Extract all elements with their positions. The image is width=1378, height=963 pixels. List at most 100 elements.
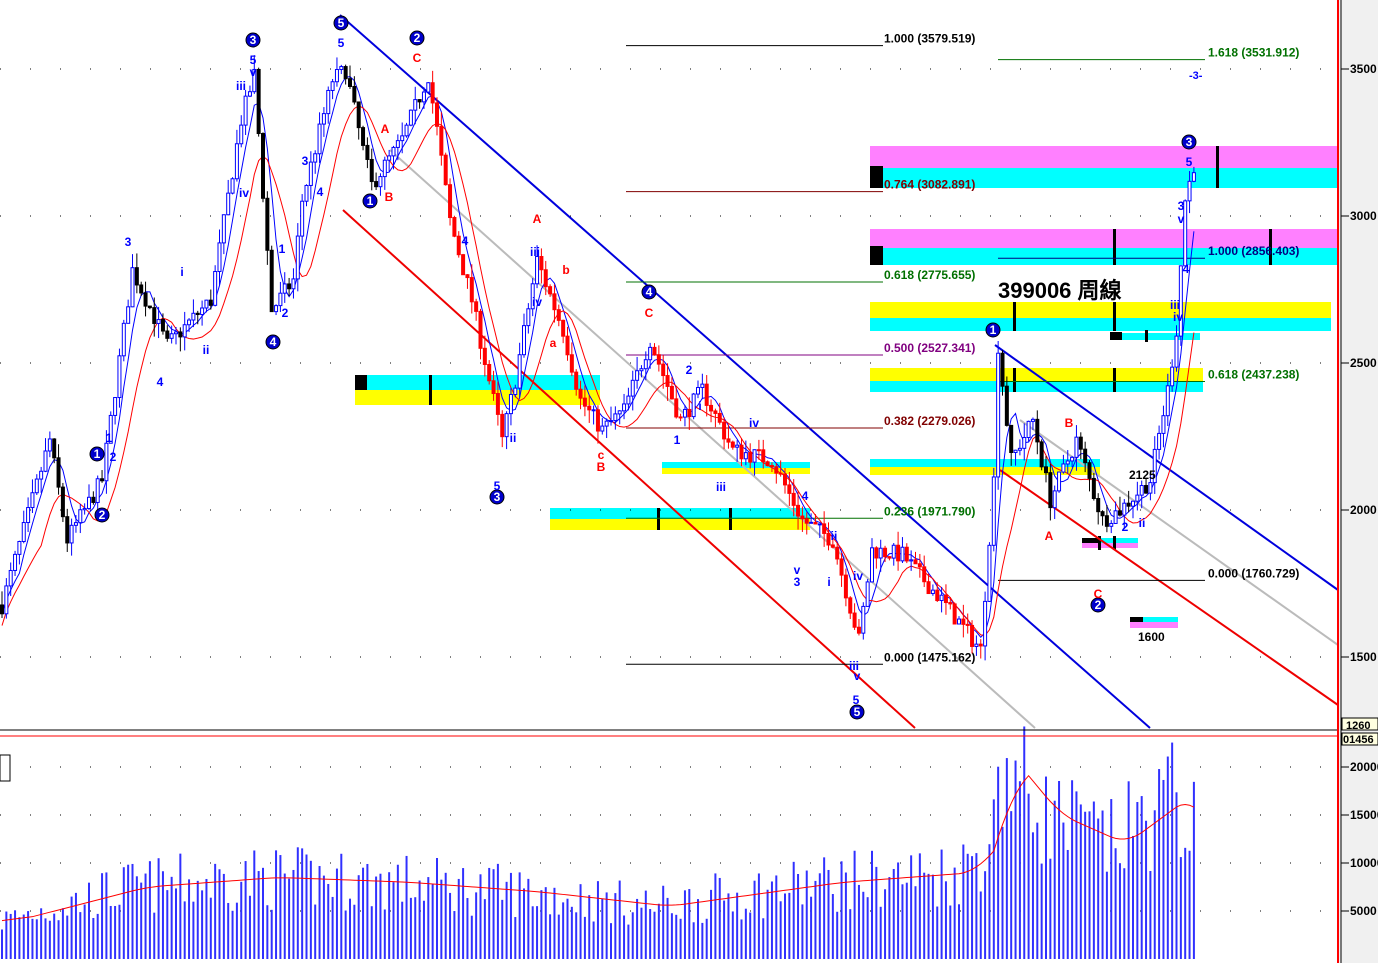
candle (843, 574, 848, 599)
candle (626, 395, 631, 405)
volume-bar (792, 861, 795, 959)
wave-label: A (381, 122, 390, 136)
volume-bar (884, 889, 887, 959)
volume-bar (40, 908, 43, 959)
volume-bar (805, 870, 808, 959)
candle (65, 516, 70, 544)
wave-label: B (385, 190, 394, 204)
volume-bar (679, 918, 682, 959)
volume-bar (1097, 818, 1100, 959)
candle (774, 466, 779, 474)
candle (726, 438, 731, 443)
candle (1104, 515, 1109, 527)
candle (687, 408, 692, 418)
candle (126, 306, 131, 324)
volume-bar (1001, 826, 1004, 959)
wave-label: iii (530, 245, 540, 259)
volume-bar (1188, 850, 1191, 959)
candle (865, 581, 870, 607)
candle (426, 82, 431, 93)
candle (1039, 441, 1044, 468)
candle (643, 359, 648, 370)
candle (82, 507, 87, 511)
candle (1091, 477, 1096, 500)
candle (582, 397, 587, 407)
wave-label: 3 (302, 154, 309, 168)
wave-label: iv (749, 416, 759, 430)
candle (730, 441, 735, 448)
volume-bar (1149, 871, 1152, 959)
volume-bar (388, 872, 391, 959)
fib-zone (870, 302, 1331, 318)
volume-bar (1049, 858, 1052, 959)
volume-bar (692, 922, 695, 959)
wave-label: 5 (338, 36, 345, 50)
volume-bar (170, 876, 173, 959)
candle (239, 124, 244, 145)
volume-tick-label: 20000 (1350, 760, 1378, 774)
candle (517, 354, 522, 389)
candle (904, 546, 909, 562)
volume-bar (975, 853, 978, 959)
volume-bar (92, 917, 95, 959)
candle (561, 319, 566, 337)
volume-bar (1127, 781, 1130, 959)
volume-bar (366, 863, 369, 959)
volume-bar (175, 888, 177, 959)
candle (900, 546, 905, 562)
candle (822, 523, 827, 534)
volume-bar (1005, 758, 1008, 959)
annotation-1600: 1600 (1138, 630, 1165, 644)
candle (182, 324, 187, 338)
fib-zone (550, 519, 810, 530)
fib-label: 0.618 (2437.238) (1208, 367, 1299, 381)
candle (508, 393, 513, 415)
candle (374, 181, 379, 188)
volume-bar (253, 850, 256, 959)
volume-bar (918, 853, 921, 959)
volume-bar (840, 861, 843, 959)
volume-bar (409, 897, 412, 959)
volume-bar (953, 867, 956, 959)
volume-bar (396, 864, 399, 959)
price-tick-label: 3500 (1350, 62, 1377, 76)
candle (26, 507, 31, 524)
candle (752, 449, 757, 463)
volume-bar (1027, 793, 1030, 959)
volume-bar (697, 899, 699, 959)
candle (165, 330, 170, 339)
volume-bar (662, 885, 665, 959)
candle (826, 532, 831, 546)
wave-label: B (597, 460, 606, 474)
volume-bar (101, 873, 104, 959)
volume-tick-label: 5000 (1350, 904, 1377, 918)
candle (160, 319, 165, 332)
wave-label: 2 (110, 450, 117, 464)
volume-bar (879, 906, 882, 959)
fib-zones (355, 146, 1338, 628)
candle (1026, 420, 1031, 438)
volume-bar (1145, 820, 1148, 959)
volume-bar (1158, 769, 1161, 959)
candle (939, 594, 944, 602)
candle (548, 286, 553, 295)
volume-bar (853, 850, 856, 959)
candle (787, 484, 792, 494)
candle (1083, 448, 1088, 464)
volume-bar (1088, 811, 1091, 959)
candle (791, 492, 796, 506)
volume-bar (653, 911, 656, 959)
wave-label: 2 (282, 306, 289, 320)
candle (1148, 482, 1153, 494)
candle (326, 89, 331, 115)
volume-bar (209, 897, 212, 959)
panel-toggle-button[interactable] (0, 754, 11, 782)
volume-bar (897, 862, 900, 959)
fib-zone (1216, 146, 1219, 188)
candle (591, 409, 596, 412)
volume-bar (161, 871, 164, 959)
candle (352, 85, 357, 103)
wave-label: i (698, 399, 701, 413)
volume-bar (901, 884, 904, 959)
volume-bar (66, 915, 69, 959)
